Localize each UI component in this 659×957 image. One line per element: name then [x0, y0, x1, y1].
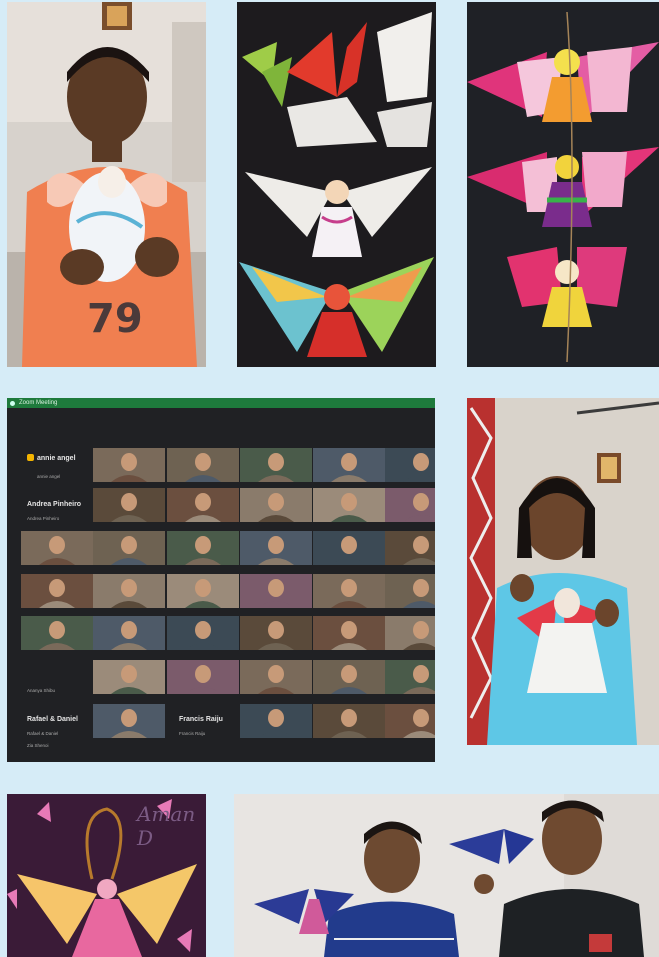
video-tile	[93, 488, 165, 522]
call-title-bar: Zoom Meeting	[7, 398, 435, 408]
video-tile	[313, 616, 385, 650]
video-tile	[21, 574, 93, 608]
video-tile	[240, 704, 312, 738]
photo-paper-butterflies	[237, 2, 436, 367]
photo-boy-with-angel: 79	[7, 2, 206, 367]
app-icon	[10, 401, 15, 406]
video-tile	[385, 704, 435, 738]
video-tile	[93, 704, 165, 738]
video-tile	[93, 616, 165, 650]
video-tile	[313, 488, 385, 522]
video-tile	[385, 448, 435, 482]
video-tile	[313, 531, 385, 565]
call-window-title: Zoom Meeting	[19, 400, 58, 406]
video-tile	[240, 616, 312, 650]
video-tile	[385, 574, 435, 608]
participant-name-francis: Francis Raiju	[179, 716, 223, 723]
video-tile	[385, 531, 435, 565]
participant-subname-andrea: Andrea Pinheiro	[27, 516, 60, 521]
participant-subname-francis: Francis Raiju	[179, 731, 206, 736]
video-tile	[313, 704, 385, 738]
svg-text:79: 79	[87, 296, 143, 342]
participant-subname-zia: Zia Shenoi	[27, 743, 49, 748]
participant-subname-annie: annie angel	[37, 474, 61, 479]
video-tile	[21, 616, 93, 650]
video-tile	[240, 660, 312, 694]
photo-girl-with-angel	[467, 398, 659, 745]
video-tile	[93, 574, 165, 608]
participant-subname-ananya: Ananya Shibu	[27, 688, 56, 693]
caption-aman: Aman D	[137, 802, 196, 850]
video-tile	[385, 616, 435, 650]
video-tile	[240, 574, 312, 608]
video-tile	[167, 574, 239, 608]
video-tile	[313, 448, 385, 482]
photo-orange-angel-ornament: Aman D	[7, 794, 206, 957]
video-tile	[21, 531, 93, 565]
video-tile	[313, 574, 385, 608]
video-tile	[240, 488, 312, 522]
photo-hanging-fairies	[467, 2, 659, 367]
participant-name-rafael: Rafael & Daniel	[27, 716, 78, 723]
video-tile	[167, 660, 239, 694]
video-tile	[93, 660, 165, 694]
participant-name-andrea: Andrea Pinheiro	[27, 501, 82, 508]
video-tile	[167, 531, 239, 565]
raised-hand-icon	[27, 454, 34, 461]
video-tile	[167, 448, 239, 482]
photo-collage: { "call": { "window_title": "Zoom Meetin…	[0, 0, 659, 957]
video-tile	[313, 660, 385, 694]
video-tile	[385, 488, 435, 522]
video-tile	[240, 531, 312, 565]
video-tile	[167, 616, 239, 650]
photo-two-boys-with-angels	[234, 794, 659, 957]
video-tile	[240, 448, 312, 482]
participant-name-annie: annie angel	[37, 455, 76, 462]
video-tile	[93, 448, 165, 482]
video-tile	[93, 531, 165, 565]
video-tile	[167, 488, 239, 522]
participant-subname-rafael: Rafael & Daniel	[27, 731, 59, 736]
video-tile	[385, 660, 435, 694]
video-call-screenshot: Zoom Meeting annie angel annie angel And…	[7, 398, 435, 762]
